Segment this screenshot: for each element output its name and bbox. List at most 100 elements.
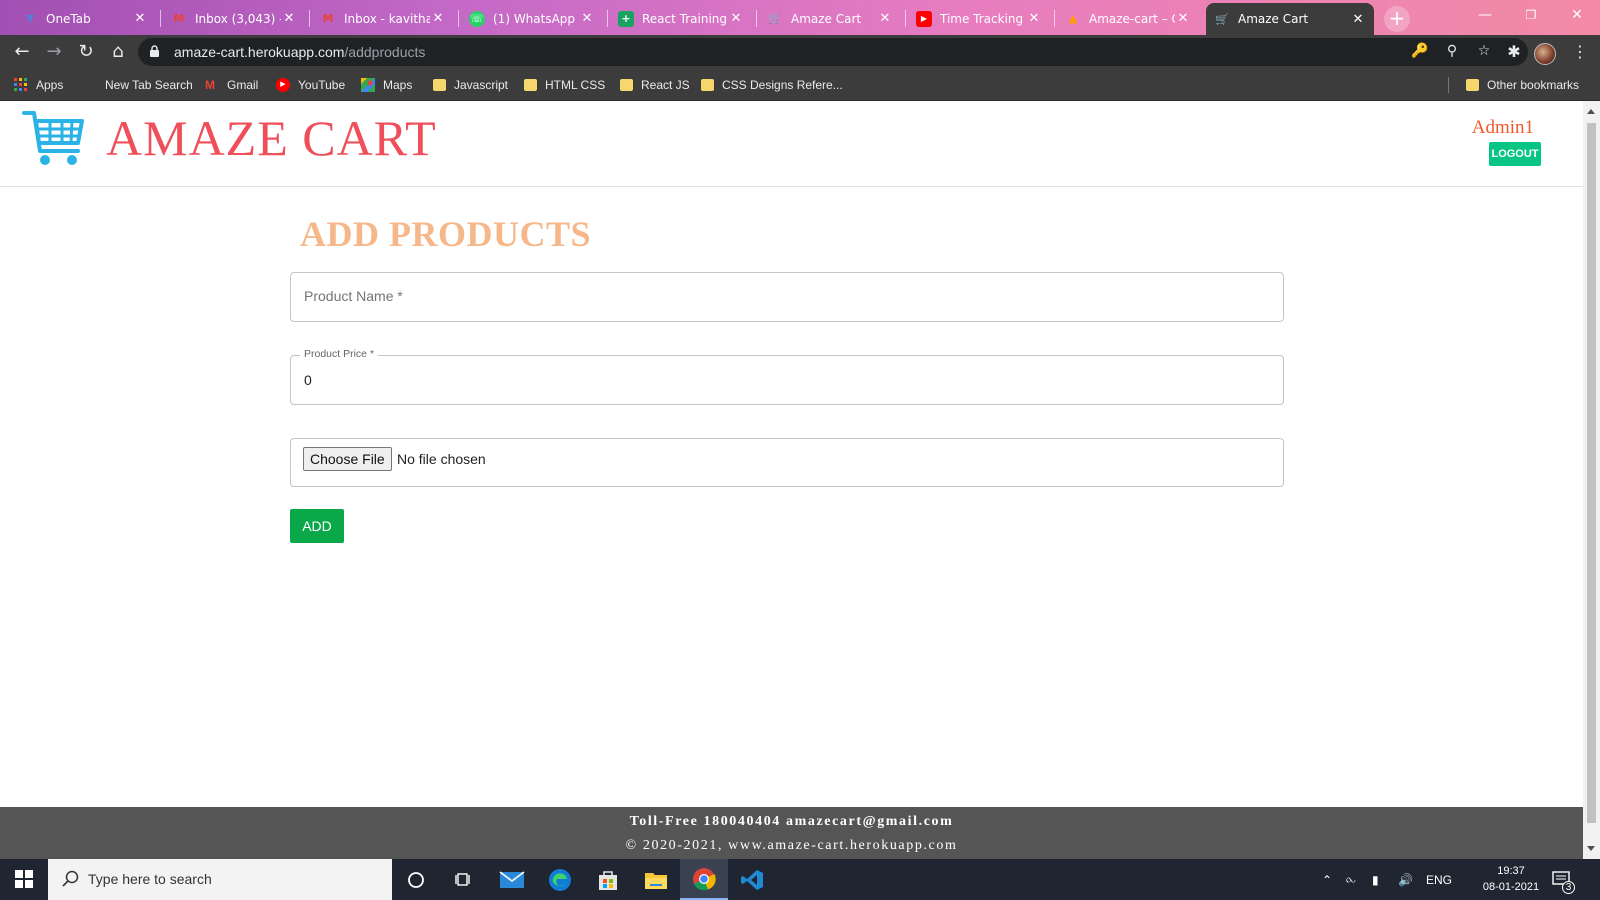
home-icon[interactable]: ⌂ bbox=[104, 38, 132, 66]
tab-close-icon[interactable]: ✕ bbox=[579, 11, 595, 26]
web-page: AMAZE CART Admin1 LOGOUT ADD PRODUCTS Pr… bbox=[0, 101, 1583, 859]
tab-separator bbox=[1054, 10, 1055, 27]
file-status-text: No file chosen bbox=[397, 451, 486, 467]
browser-tab[interactable]: ▼ OneTab ✕ bbox=[14, 4, 156, 33]
file-explorer-icon[interactable] bbox=[632, 859, 680, 900]
vscode-app-icon[interactable] bbox=[728, 859, 776, 900]
tab-close-icon[interactable]: ✕ bbox=[430, 11, 446, 26]
profile-avatar[interactable] bbox=[1534, 43, 1556, 65]
bookmark-label: YouTube bbox=[298, 78, 346, 92]
language-indicator[interactable]: ENG bbox=[1426, 859, 1452, 900]
scroll-up-icon[interactable] bbox=[1587, 109, 1595, 114]
notifications-icon[interactable]: 3 bbox=[1552, 859, 1575, 900]
folder-icon bbox=[1466, 79, 1479, 91]
address-bar[interactable]: amaze-cart.herokuapp.com/addproducts 🔑 ⚲… bbox=[138, 38, 1528, 66]
tab-separator bbox=[160, 10, 161, 27]
product-price-label: Product Price * bbox=[300, 348, 379, 360]
restore-window-icon[interactable]: ❐ bbox=[1508, 0, 1554, 30]
tab-title: Amaze Cart bbox=[1238, 12, 1309, 26]
new-tab-button[interactable]: + bbox=[1384, 6, 1410, 32]
bookmark-apps[interactable]: Apps bbox=[14, 75, 63, 95]
start-button[interactable] bbox=[0, 859, 48, 900]
bookmark-maps[interactable]: Maps bbox=[361, 75, 412, 95]
reload-icon[interactable]: ↻ bbox=[72, 38, 100, 66]
site-footer: Toll-Free 180040404 amazecart@gmail.com … bbox=[0, 807, 1583, 859]
windows-taskbar: Type here to search ⌃ ⧜ ▮ 🔊 ENG 19:37 08… bbox=[0, 859, 1600, 900]
tab-separator bbox=[756, 10, 757, 27]
tab-title: Time Tracking Ap bbox=[940, 11, 1026, 26]
whatsapp-icon: ☏ bbox=[469, 10, 485, 27]
scrollbar-thumb[interactable] bbox=[1587, 123, 1596, 823]
bookmark-label: React JS bbox=[641, 78, 690, 92]
product-image-field: Choose File No file chosen bbox=[290, 438, 1284, 487]
bookmark-folder-html-css[interactable]: HTML CSS bbox=[524, 75, 605, 95]
bookmark-youtube[interactable]: ▶ YouTube bbox=[276, 75, 345, 95]
tab-close-icon[interactable]: ✕ bbox=[728, 11, 744, 26]
mail-app-icon[interactable] bbox=[488, 859, 536, 900]
browser-tab[interactable]: 🛒 Amaze Cart ✕ bbox=[759, 4, 901, 33]
browser-tab[interactable]: ☏ (1) WhatsApp ✕ bbox=[461, 4, 603, 33]
browser-tab[interactable]: + React Training Fo ✕ bbox=[610, 4, 752, 33]
back-icon[interactable]: ← bbox=[8, 38, 36, 66]
chrome-app-icon[interactable] bbox=[680, 859, 728, 900]
bookmark-gmail[interactable]: M Gmail bbox=[205, 75, 258, 95]
battery-icon[interactable]: ▮ bbox=[1372, 859, 1379, 900]
cart-favicon: 🛒 bbox=[768, 12, 782, 25]
minimize-window-icon[interactable]: — bbox=[1462, 0, 1508, 30]
lock-icon bbox=[150, 45, 159, 57]
tab-close-icon[interactable]: ✕ bbox=[281, 11, 297, 26]
browser-menu-icon[interactable]: ⋮ bbox=[1566, 38, 1594, 66]
bookmark-folder-javascript[interactable]: Javascript bbox=[433, 75, 508, 95]
tab-close-icon[interactable]: ✕ bbox=[1350, 12, 1366, 27]
brand-title[interactable]: AMAZE CART bbox=[106, 109, 437, 167]
tab-separator bbox=[905, 10, 906, 27]
volume-icon[interactable]: 🔊 bbox=[1398, 859, 1413, 900]
browser-tab[interactable]: M Inbox - kavitha.a ✕ bbox=[312, 4, 454, 33]
edge-browser-icon[interactable] bbox=[536, 859, 584, 900]
tab-close-icon[interactable]: ✕ bbox=[132, 11, 148, 26]
product-name-field[interactable]: Product Name * bbox=[290, 272, 1284, 322]
taskbar-search-box[interactable]: Type here to search bbox=[48, 859, 392, 900]
bookmark-folder-react-js[interactable]: React JS bbox=[620, 75, 690, 95]
task-view-icon[interactable] bbox=[440, 859, 488, 900]
product-price-field[interactable]: Product Price * 0 bbox=[290, 348, 1284, 405]
close-window-icon[interactable]: ✕ bbox=[1554, 0, 1600, 30]
system-clock[interactable]: 19:37 08-01-2021 bbox=[1478, 863, 1544, 895]
browser-tab[interactable]: ▶ Time Tracking Ap ✕ bbox=[908, 4, 1050, 33]
logout-button[interactable]: LOGOUT bbox=[1489, 142, 1541, 166]
tray-overflow-icon[interactable]: ⌃ bbox=[1322, 859, 1332, 900]
shopping-cart-logo-icon[interactable] bbox=[22, 107, 86, 169]
choose-file-button[interactable]: Choose File bbox=[303, 447, 392, 471]
tab-title: Amaze Cart bbox=[791, 11, 862, 26]
tab-separator bbox=[309, 10, 310, 27]
bookmark-star-icon[interactable]: ☆ bbox=[1474, 43, 1494, 61]
browser-tab[interactable]: ▲ Amaze-cart – Cl ✕ bbox=[1057, 4, 1199, 33]
bookmark-folder-css-designs[interactable]: CSS Designs Refere... bbox=[701, 75, 843, 95]
wifi-icon[interactable]: ⧜ bbox=[1346, 859, 1356, 900]
bookmarks-bar: Apps New Tab Search M Gmail ▶ YouTube Ma… bbox=[0, 69, 1600, 101]
tab-close-icon[interactable]: ✕ bbox=[1026, 11, 1042, 26]
bookmark-label: New Tab Search bbox=[105, 78, 193, 92]
forward-icon[interactable]: → bbox=[40, 38, 68, 66]
add-product-button[interactable]: ADD bbox=[290, 509, 344, 543]
footer-contact: Toll-Free 180040404 amazecart@gmail.com bbox=[629, 814, 954, 829]
extensions-icon[interactable]: ✱ bbox=[1500, 38, 1528, 66]
bookmark-label: Other bookmarks bbox=[1487, 78, 1580, 92]
tab-close-icon[interactable]: ✕ bbox=[877, 11, 893, 26]
scroll-down-icon[interactable] bbox=[1587, 846, 1595, 851]
browser-tab[interactable]: M Inbox (3,043) - k ✕ bbox=[163, 4, 305, 33]
bookmark-new-tab-search[interactable]: New Tab Search bbox=[83, 75, 193, 95]
url-text: amaze-cart.herokuapp.com/addproducts bbox=[174, 44, 426, 60]
tab-title: Amaze-cart – Cl bbox=[1089, 11, 1175, 26]
youtube-icon: ▶ bbox=[916, 10, 932, 27]
key-icon[interactable]: 🔑 bbox=[1410, 43, 1430, 61]
globe-icon bbox=[83, 78, 97, 92]
store-app-icon[interactable] bbox=[584, 859, 632, 900]
cortana-icon[interactable] bbox=[392, 859, 440, 900]
tab-close-icon[interactable]: ✕ bbox=[1175, 11, 1191, 26]
bookmark-other-bookmarks[interactable]: Other bookmarks bbox=[1466, 75, 1579, 95]
browser-tab-active[interactable]: 🛒 Amaze Cart ✕ bbox=[1206, 3, 1374, 35]
page-scrollbar[interactable] bbox=[1583, 101, 1600, 859]
gmail-icon: M bbox=[173, 12, 185, 25]
zoom-icon[interactable]: ⚲ bbox=[1442, 43, 1462, 61]
